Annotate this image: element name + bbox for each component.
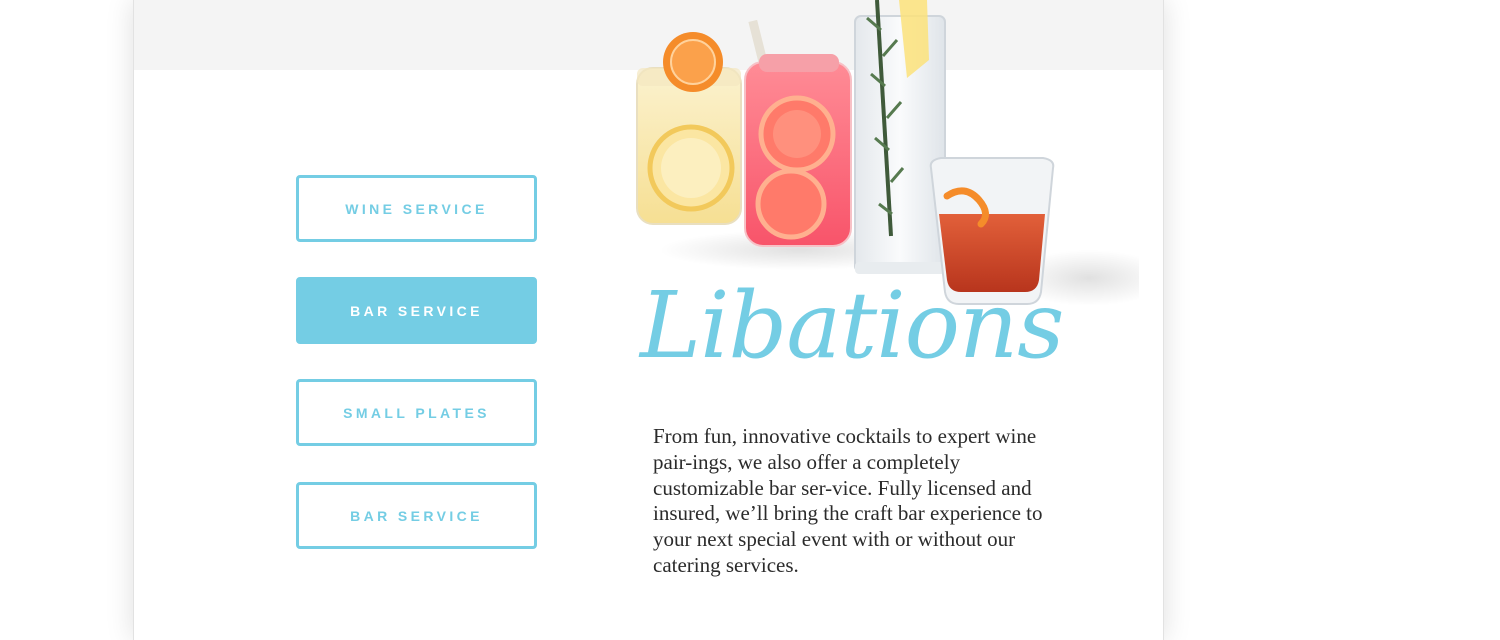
wine-service-button[interactable]: WINE SERVICE xyxy=(296,175,537,242)
bar-service-button-secondary[interactable]: BAR SERVICE xyxy=(296,482,537,549)
section-description: From fun, innovative cocktails to expert… xyxy=(653,424,1043,577)
page-card: WINE SERVICE BAR SERVICE SMALL PLATES BA… xyxy=(133,0,1164,640)
bar-service-button[interactable]: BAR SERVICE xyxy=(296,277,537,344)
small-plates-button[interactable]: SMALL PLATES xyxy=(296,379,537,446)
section-title: Libations xyxy=(640,272,1065,379)
cocktails-image xyxy=(636,0,1139,306)
